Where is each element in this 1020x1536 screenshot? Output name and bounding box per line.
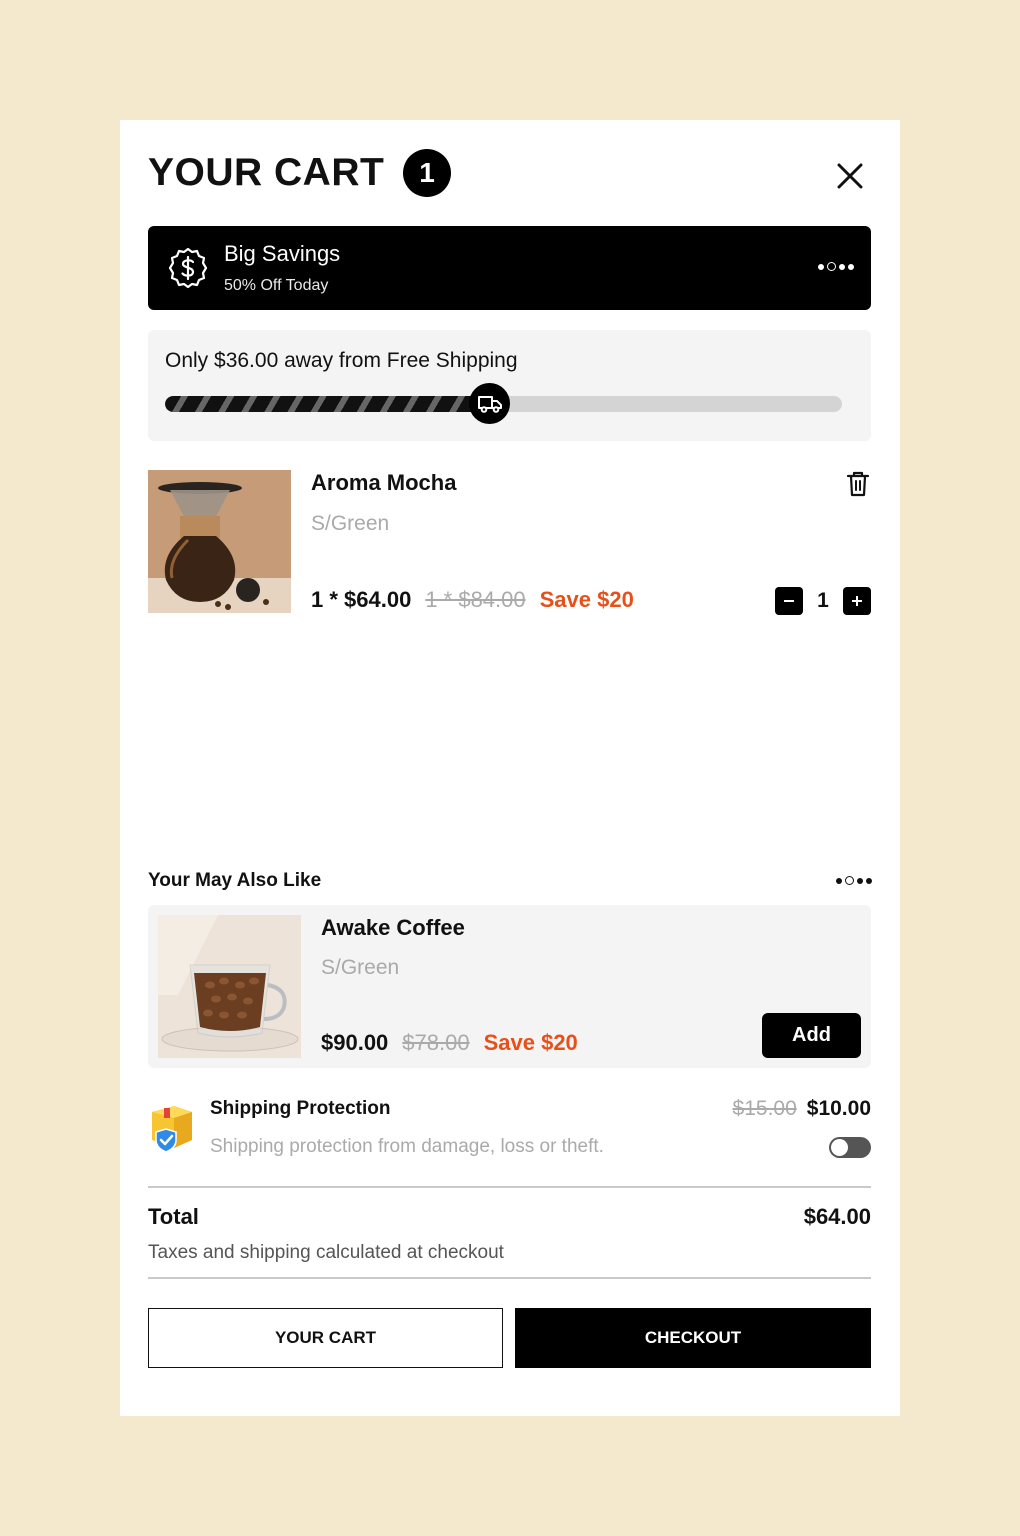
increase-quantity-button[interactable] <box>843 587 871 615</box>
quantity-stepper: 1 <box>775 587 871 615</box>
close-button[interactable] <box>830 156 870 196</box>
carousel-dot-active[interactable] <box>827 262 836 271</box>
free-shipping-message: Only $36.00 away from Free Shipping <box>165 349 518 372</box>
recommendation-name[interactable]: Awake Coffee <box>321 913 465 943</box>
minus-icon <box>784 600 794 602</box>
total-note: Taxes and shipping calculated at checkou… <box>148 1242 504 1263</box>
total-label: Total <box>148 1204 199 1229</box>
decrease-quantity-button[interactable] <box>775 587 803 615</box>
progress-fill <box>165 396 490 412</box>
remove-item-button[interactable] <box>845 470 871 498</box>
carousel-dots[interactable] <box>818 262 854 271</box>
divider <box>148 1186 871 1188</box>
cart-drawer: YOUR CART 1 Big Savings 50% Off Today On… <box>120 120 900 1416</box>
recommendation-price-row: $90.00 $78.00 Save $20 <box>321 1028 578 1058</box>
coffee-beans-cup-image <box>158 915 301 1058</box>
carousel-dot[interactable] <box>866 877 872 884</box>
shipping-protection-old-price: $15.00 <box>732 1097 797 1120</box>
product-compare-price: 1 * $84.00 <box>425 587 526 612</box>
carousel-dot[interactable] <box>848 263 854 270</box>
recommendation-price: $90.00 <box>321 1030 389 1055</box>
dollar-badge-icon <box>168 247 208 289</box>
total-value: $64.00 <box>803 1204 871 1229</box>
recommendation-variant: S/Green <box>321 956 400 979</box>
recommendation-card: Awake Coffee S/Green $90.00 $78.00 Save … <box>148 905 871 1068</box>
free-shipping-progress: Only $36.00 away from Free Shipping <box>148 330 871 441</box>
promo-title: Big Savings <box>224 241 341 266</box>
price-row: 1 * $64.00 1 * $84.00 Save $20 <box>311 585 634 615</box>
carousel-dot[interactable] <box>836 877 842 884</box>
quantity-value[interactable]: 1 <box>803 589 843 613</box>
carousel-dot[interactable] <box>857 877 863 884</box>
product-price: 1 * $64.00 <box>311 587 412 612</box>
cart-count-badge: 1 <box>403 149 451 197</box>
toggle-knob <box>831 1139 848 1156</box>
view-cart-button[interactable]: YOUR CART <box>148 1308 503 1368</box>
carousel-dot[interactable] <box>818 263 824 270</box>
progress-knob <box>469 383 511 424</box>
shipping-protection-prices: $15.00 $10.00 <box>733 1095 871 1123</box>
coffee-maker-image <box>148 470 291 613</box>
product-savings: Save $20 <box>539 587 634 612</box>
promo-subtitle: 50% Off Today <box>224 277 329 294</box>
shipping-protection-description: Shipping protection from damage, loss or… <box>210 1136 604 1157</box>
add-to-cart-button[interactable]: Add <box>762 1013 861 1058</box>
cart-title: YOUR CART <box>148 151 385 194</box>
close-icon <box>837 163 863 189</box>
product-variant: S/Green <box>311 512 390 535</box>
recommendations-title: Your May Also Like <box>148 870 322 891</box>
checkout-button[interactable]: CHECKOUT <box>515 1308 871 1368</box>
truck-icon <box>477 395 502 413</box>
carousel-dot-active[interactable] <box>845 876 854 885</box>
promo-banner: Big Savings 50% Off Today <box>148 226 871 310</box>
recommendation-compare-price: $78.00 <box>402 1030 470 1055</box>
recommendations-dots[interactable] <box>836 876 872 885</box>
divider <box>148 1277 871 1279</box>
carousel-dot[interactable] <box>839 263 845 270</box>
recommendation-savings: Save $20 <box>483 1030 578 1055</box>
shipping-protection-price: $10.00 <box>806 1097 871 1120</box>
plus-icon <box>852 596 862 606</box>
shipping-protection-toggle[interactable] <box>829 1137 871 1158</box>
recommendation-image[interactable] <box>158 915 301 1058</box>
trash-icon <box>846 471 870 497</box>
product-name[interactable]: Aroma Mocha <box>311 468 456 498</box>
shipping-protection-icon <box>152 1106 192 1153</box>
shipping-protection-title: Shipping Protection <box>210 1098 391 1119</box>
product-image[interactable] <box>148 470 291 613</box>
